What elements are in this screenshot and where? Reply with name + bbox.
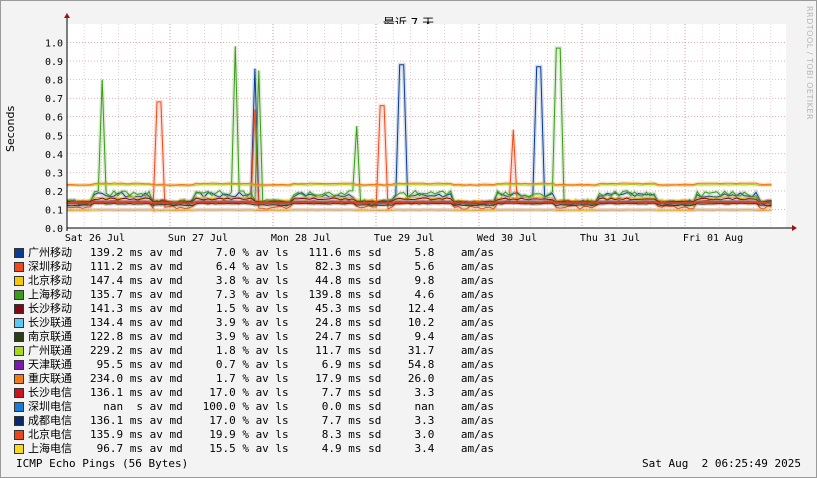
legend-row: 深圳电信 nan s av md 100.0 % av ls 0.0 ms sd…: [14, 400, 494, 414]
legend-name: 深圳移动: [28, 260, 72, 273]
y-tick-label: 0.2: [45, 187, 63, 198]
legend-swatch: [14, 262, 24, 272]
x-tick-label: Fri 01 Aug: [683, 233, 743, 244]
x-axis-arrow: [792, 225, 797, 231]
legend-stats: 136.1 ms av md 17.0 % av ls 7.7 ms sd 3.…: [90, 414, 494, 427]
legend-name: 广州移动: [28, 246, 72, 259]
y-tick-label: 1.0: [45, 39, 63, 50]
legend-swatch: [14, 332, 24, 342]
legend-row: 长沙电信 136.1 ms av md 17.0 % av ls 7.7 ms s…: [14, 386, 494, 400]
footer-probe-label: ICMP Echo Pings (56 Bytes): [16, 457, 189, 470]
y-tick-label: 0.8: [45, 76, 63, 87]
legend-stats: 139.2 ms av md 7.0 % av ls 111.6 ms sd 5…: [90, 246, 494, 259]
y-tick-label: 0.9: [45, 57, 63, 68]
legend-stats: 134.4 ms av md 3.9 % av ls 24.8 ms sd 10…: [90, 316, 494, 329]
legend-name: 北京电信: [28, 428, 72, 441]
legend-row: 上海电信 96.7 ms av md 15.5 % av ls 4.9 ms s…: [14, 442, 494, 456]
legend-name: 长沙电信: [28, 386, 72, 399]
legend-name: 广州联通: [28, 344, 72, 357]
legend-swatch: [14, 374, 24, 384]
footer-timestamp: Sat Aug 2 06:25:49 2025: [642, 457, 801, 470]
legend-swatch: [14, 346, 24, 356]
legend-swatch: [14, 290, 24, 300]
legend-row: 长沙移动 141.3 ms av md 1.5 % av ls 45.3 ms s…: [14, 302, 494, 316]
legend-row: 深圳移动 111.2 ms av md 6.4 % av ls 82.3 ms s…: [14, 260, 494, 274]
y-tick-label: 0.3: [45, 168, 63, 179]
legend-stats: 234.0 ms av md 1.7 % av ls 17.9 ms sd 26…: [90, 372, 494, 385]
legend-swatch: [14, 248, 24, 258]
legend-stats: 136.1 ms av md 17.0 % av ls 7.7 ms sd 3.…: [90, 386, 494, 399]
legend-stats: 141.3 ms av md 1.5 % av ls 45.3 ms sd 12…: [90, 302, 494, 315]
legend-name: 成都电信: [28, 414, 72, 427]
legend-row: 广州联通 229.2 ms av md 1.8 % av ls 11.7 ms s…: [14, 344, 494, 358]
legend-row: 长沙联通 134.4 ms av md 3.9 % av ls 24.8 ms s…: [14, 316, 494, 330]
legend-swatch: [14, 430, 24, 440]
legend-stats: 135.7 ms av md 7.3 % av ls 139.8 ms sd 4…: [90, 288, 494, 301]
legend-stats: 122.8 ms av md 3.9 % av ls 24.7 ms sd 9.…: [90, 330, 494, 343]
legend-name: 南京联通: [28, 330, 72, 343]
legend-row: 天津联通 95.5 ms av md 0.7 % av ls 6.9 ms sd…: [14, 358, 494, 372]
y-tick-label: 0.5: [45, 131, 63, 142]
legend-stats: 95.5 ms av md 0.7 % av ls 6.9 ms sd 54.8…: [90, 358, 494, 371]
legend-name: 深圳电信: [28, 400, 72, 413]
legend-swatch: [14, 402, 24, 412]
legend-row: 广州移动 139.2 ms av md 7.0 % av ls 111.6 ms …: [14, 246, 494, 260]
y-tick-label: 0.0: [45, 224, 63, 235]
legend-swatch: [14, 360, 24, 370]
legend-name: 北京移动: [28, 274, 72, 287]
legend-swatch: [14, 276, 24, 286]
legend: 广州移动 139.2 ms av md 7.0 % av ls 111.6 ms …: [14, 246, 494, 456]
y-axis-arrow: [64, 13, 70, 18]
legend-stats: 135.9 ms av md 19.9 % av ls 8.3 ms sd 3.…: [90, 428, 494, 441]
legend-row: 上海移动 135.7 ms av md 7.3 % av ls 139.8 ms …: [14, 288, 494, 302]
legend-name: 长沙联通: [28, 316, 72, 329]
legend-swatch: [14, 444, 24, 454]
legend-stats: 96.7 ms av md 15.5 % av ls 4.9 ms sd 3.4…: [90, 442, 494, 455]
legend-name: 重庆联通: [28, 372, 72, 385]
x-tick-label: Wed 30 Jul: [477, 233, 537, 244]
legend-swatch: [14, 304, 24, 314]
y-tick-label: 0.1: [45, 205, 63, 216]
legend-name: 上海移动: [28, 288, 72, 301]
legend-stats: 111.2 ms av md 6.4 % av ls 82.3 ms sd 5.…: [90, 260, 494, 273]
series-line-14: [67, 209, 772, 211]
legend-row: 北京电信 135.9 ms av md 19.9 % av ls 8.3 ms s…: [14, 428, 494, 442]
legend-swatch: [14, 388, 24, 398]
legend-stats: nan s av md 100.0 % av ls 0.0 ms sd nan …: [90, 400, 494, 413]
y-tick-label: 0.6: [45, 113, 63, 124]
x-tick-label: Thu 31 Jul: [580, 233, 640, 244]
legend-name: 长沙移动: [28, 302, 72, 315]
legend-name: 上海电信: [28, 442, 72, 455]
legend-row: 南京联通 122.8 ms av md 3.9 % av ls 24.7 ms s…: [14, 330, 494, 344]
y-tick-label: 0.7: [45, 94, 63, 105]
x-tick-label: Mon 28 Jul: [271, 233, 331, 244]
legend-row: 重庆联通 234.0 ms av md 1.7 % av ls 17.9 ms s…: [14, 372, 494, 386]
x-tick-label: Sun 27 Jul: [168, 233, 228, 244]
y-tick-label: 0.4: [45, 150, 63, 161]
legend-row: 成都电信 136.1 ms av md 17.0 % av ls 7.7 ms s…: [14, 414, 494, 428]
legend-swatch: [14, 318, 24, 328]
legend-row: 北京移动 147.4 ms av md 3.8 % av ls 44.8 ms s…: [14, 274, 494, 288]
legend-stats: 229.2 ms av md 1.8 % av ls 11.7 ms sd 31…: [90, 344, 494, 357]
x-tick-label: Tue 29 Jul: [374, 233, 434, 244]
legend-swatch: [14, 416, 24, 426]
x-tick-label: Sat 26 Jul: [65, 233, 125, 244]
legend-stats: 147.4 ms av md 3.8 % av ls 44.8 ms sd 9.…: [90, 274, 494, 287]
legend-name: 天津联通: [28, 358, 72, 371]
